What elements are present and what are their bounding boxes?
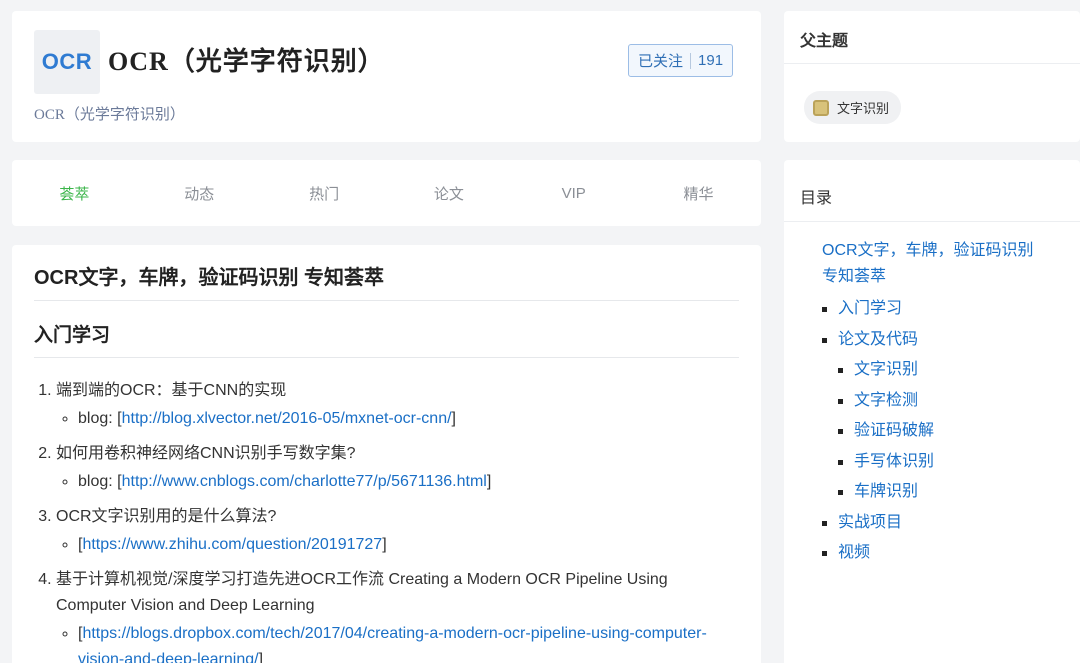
page-subtitle[interactable]: OCR（光学字符识别）: [34, 103, 185, 124]
toc-subitem: 文字识别: [838, 355, 1080, 386]
resource-link[interactable]: http://www.cnblogs.com/charlotte77/p/567…: [122, 473, 487, 490]
tab-highlights[interactable]: 荟萃: [12, 183, 137, 204]
tab-papers[interactable]: 论文: [386, 183, 511, 204]
tab-vip[interactable]: VIP: [511, 185, 636, 202]
toc-link[interactable]: 实战项目: [838, 514, 902, 531]
resource-link[interactable]: https://blogs.dropbox.com/tech/2017/04/c…: [78, 625, 707, 663]
toc-item: 入门学习: [822, 294, 1080, 325]
list-item-text: 基于计算机视觉/深度学习打造先进OCR工作流 Creating a Modern…: [56, 571, 668, 614]
tab-essence[interactable]: 精华: [636, 183, 761, 204]
list-item: OCR文字识别用的是什么算法? [https://www.zhihu.com/q…: [56, 504, 739, 558]
toc-link[interactable]: 文字识别: [854, 361, 918, 378]
toc-item: 视频: [822, 538, 1080, 569]
toc-link[interactable]: 手写体识别: [854, 453, 934, 470]
sub-prefix: blog: [: [78, 473, 122, 490]
tab-bar: 荟萃 动态 热门 论文 VIP 精华: [12, 160, 761, 226]
follow-divider: [690, 52, 692, 69]
list-subitem: [https://blogs.dropbox.com/tech/2017/04/…: [78, 621, 739, 663]
toc-item: 实战项目: [822, 508, 1080, 539]
follow-count: 191: [698, 52, 724, 69]
toc-subitem: 文字检测: [838, 386, 1080, 417]
tab-activity[interactable]: 动态: [137, 183, 262, 204]
resource-link[interactable]: https://www.zhihu.com/question/20191727: [82, 536, 382, 553]
toc-link[interactable]: 论文及代码: [838, 331, 918, 348]
list-subitem: blog: [http://www.cnblogs.com/charlotte7…: [78, 469, 739, 495]
list-item: 如何用卷积神经网络CNN识别手写数字集? blog: [http://www.c…: [56, 441, 739, 495]
list-item-text: OCR文字识别用的是什么算法?: [56, 508, 277, 525]
tab-popular[interactable]: 热门: [262, 183, 387, 204]
toc-link[interactable]: 视频: [838, 544, 870, 561]
toc-link-title[interactable]: OCR文字，车牌，验证码识别 专知荟萃: [822, 238, 1052, 290]
ocr-logo: OCR: [34, 30, 100, 94]
section-heading: 入门学习: [34, 320, 739, 358]
list-subitem: blog: [http://blog.xlvector.net/2016-05/…: [78, 406, 739, 432]
article-title: OCR文字，车牌，验证码识别 专知荟萃: [34, 245, 739, 301]
toc-link[interactable]: 文字检测: [854, 392, 918, 409]
resource-list: 端到端的OCR：基于CNN的实现 blog: [http://blog.xlve…: [34, 378, 739, 663]
topic-thumbnail-icon: [813, 99, 829, 116]
parent-topic-card: 父主题 文字识别: [784, 11, 1080, 142]
toc-card: 目录 OCR文字，车牌，验证码识别 专知荟萃 入门学习 论文及代码 文字识别 文…: [784, 160, 1080, 663]
sub-suffix: ]: [486, 473, 492, 490]
toc-link[interactable]: 验证码破解: [854, 422, 934, 439]
toc-link[interactable]: 入门学习: [838, 300, 902, 317]
table-of-contents: OCR文字，车牌，验证码识别 专知荟萃 入门学习 论文及代码 文字识别 文字检测…: [784, 222, 1080, 569]
toc-subitem: 手写体识别: [838, 447, 1080, 478]
list-item-text: 如何用卷积神经网络CNN识别手写数字集?: [56, 445, 356, 462]
toc-subitem: 车牌识别: [838, 477, 1080, 508]
sub-suffix: ]: [382, 536, 387, 553]
article-card: OCR文字，车牌，验证码识别 专知荟萃 入门学习 端到端的OCR：基于CNN的实…: [12, 245, 761, 663]
parent-topic-label: 文字识别: [837, 101, 890, 116]
toc-subitem: 验证码破解: [838, 416, 1080, 447]
follow-button[interactable]: 已关注 191: [628, 44, 734, 77]
resource-link[interactable]: http://blog.xlvector.net/2016-05/mxnet-o…: [122, 410, 452, 427]
topic-header: OCR OCR（光学字符识别） OCR（光学字符识别） 已关注 191: [12, 11, 761, 142]
toc-link[interactable]: 车牌识别: [854, 483, 918, 500]
follow-label: 已关注: [638, 53, 684, 70]
parent-topic-tag[interactable]: 文字识别: [804, 91, 902, 124]
sub-suffix: ]: [451, 410, 456, 427]
page-title: OCR（光学字符识别）: [108, 47, 385, 76]
toc-heading: 目录: [784, 160, 1080, 222]
toc-item: 论文及代码 文字识别 文字检测 验证码破解 手写体识别 车牌识别: [822, 325, 1080, 508]
list-item: 端到端的OCR：基于CNN的实现 blog: [http://blog.xlve…: [56, 378, 739, 432]
sub-prefix: blog: [: [78, 410, 122, 427]
list-item: 基于计算机视觉/深度学习打造先进OCR工作流 Creating a Modern…: [56, 567, 739, 663]
sub-suffix: ]: [258, 651, 264, 663]
list-item-text: 端到端的OCR：基于CNN的实现: [56, 382, 287, 399]
parent-topic-heading: 父主题: [784, 11, 1080, 64]
list-subitem: [https://www.zhihu.com/question/20191727…: [78, 532, 739, 558]
